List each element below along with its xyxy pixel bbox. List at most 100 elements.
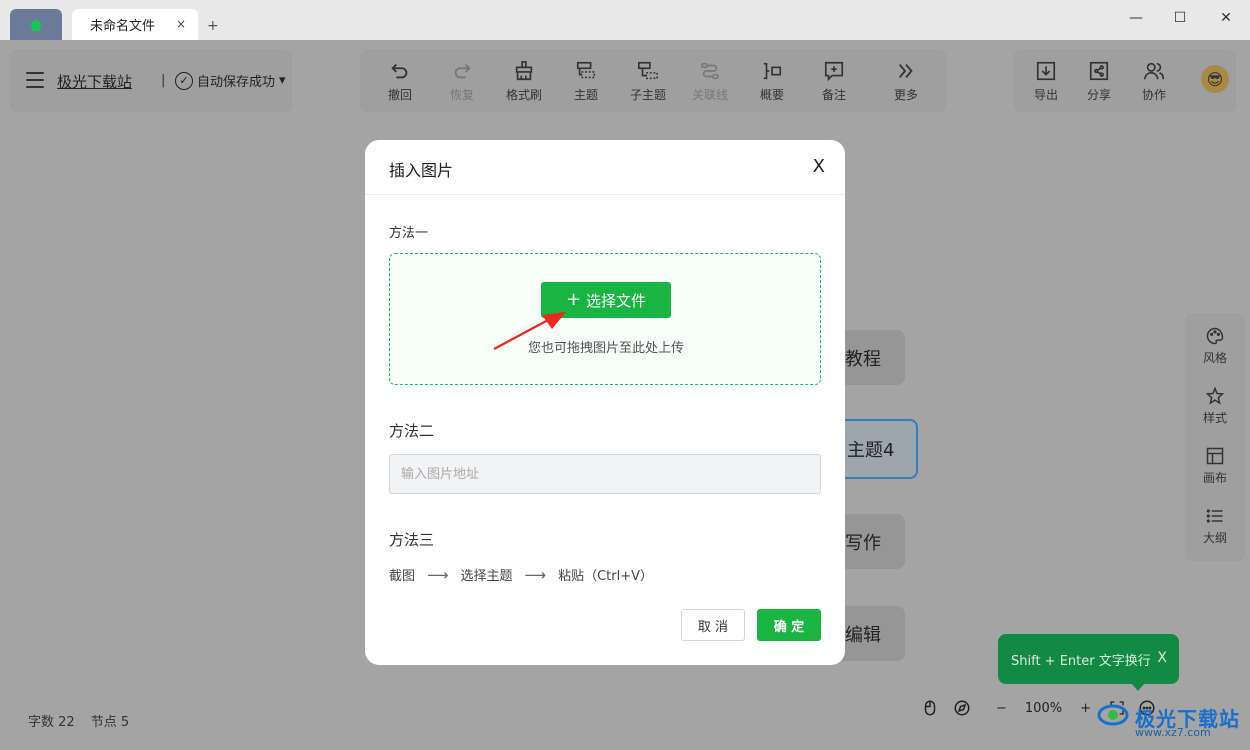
node-count-label: 节点: [90, 715, 117, 730]
right-side-panel: 风格 样式 画布 大纲: [1186, 315, 1244, 560]
relation-line-label: 关联线: [691, 88, 728, 102]
drop-hint-text: 您也可拖拽图片至此处上传: [527, 341, 684, 356]
header-separator: |: [161, 73, 166, 88]
minimize-button[interactable]: —: [1124, 8, 1148, 28]
summary-button[interactable]: 概要: [744, 59, 800, 103]
save-status-label: 自动保存成功: [197, 75, 276, 90]
home-tab[interactable]: [10, 9, 62, 40]
document-stats: 字数 22 节点 5: [28, 711, 129, 730]
collaborate-label: 协作: [1141, 88, 1166, 102]
style-button[interactable]: 样式: [1186, 385, 1244, 426]
palette-icon: [1204, 325, 1226, 347]
format-brush-label: 格式刷: [505, 88, 542, 102]
collaborate-button[interactable]: 协作: [1126, 59, 1182, 103]
export-button[interactable]: 导出: [1018, 59, 1074, 103]
topic-icon: [574, 59, 598, 83]
window-close-button[interactable]: ✕: [1214, 8, 1238, 28]
image-url-input[interactable]: [389, 454, 821, 494]
zoom-level: 100%: [1024, 700, 1063, 716]
zoom-in-button[interactable]: +: [1080, 701, 1091, 716]
menu-icon[interactable]: [26, 72, 44, 88]
more-button[interactable]: 更多: [878, 59, 934, 103]
locate-icon[interactable]: [952, 698, 972, 718]
watermark: 极光下载站 www.xz7.com: [1095, 698, 1240, 739]
canvas-icon: [1204, 445, 1226, 467]
new-tab-button[interactable]: +: [207, 18, 219, 34]
side-item-label: 风格: [1202, 351, 1227, 365]
format-brush-button[interactable]: 格式刷: [496, 59, 552, 103]
cancel-button[interactable]: 取 消: [681, 609, 745, 641]
undo-label: 撤回: [387, 88, 412, 102]
tab-label: 未命名文件: [90, 19, 156, 34]
dialog-title: 插入图片: [389, 161, 454, 180]
maximize-button[interactable]: ☐: [1168, 8, 1192, 28]
chevron-down-icon: ▾: [279, 73, 286, 88]
watermark-logo-icon: [1095, 698, 1131, 736]
more-label: 更多: [893, 88, 918, 102]
share-icon: [1087, 59, 1111, 83]
insert-image-dialog: 插入图片 X 方法一 + 选择文件 您也可拖拽图片至此处上传 方法二 方法三 截…: [365, 140, 845, 665]
step-select-topic: 选择主题: [460, 569, 513, 584]
side-item-label: 画布: [1202, 471, 1227, 485]
export-label: 导出: [1033, 88, 1058, 102]
step-screenshot: 截图: [389, 569, 416, 584]
image-drop-zone[interactable]: + 选择文件 您也可拖拽图片至此处上传: [389, 253, 821, 385]
undo-button[interactable]: 撤回: [372, 59, 428, 103]
save-status[interactable]: ✓ 自动保存成功 ▾: [175, 71, 286, 90]
style-theme-button[interactable]: 风格: [1186, 325, 1244, 366]
redo-button[interactable]: 恢复: [434, 59, 490, 103]
mouse-mode-icon[interactable]: [920, 698, 940, 718]
home-icon: [28, 18, 44, 31]
note-icon: [822, 59, 846, 83]
side-item-label: 样式: [1202, 411, 1227, 425]
header-left-panel: 极光下载站 | ✓ 自动保存成功 ▾: [11, 51, 291, 111]
format-brush-icon: [512, 59, 536, 83]
note-button[interactable]: 备注: [806, 59, 862, 103]
arrow-right-icon: ⟶: [524, 565, 547, 584]
side-item-label: 大纲: [1202, 531, 1227, 545]
subtopic-button[interactable]: 子主题: [620, 59, 676, 103]
arrow-right-icon: ⟶: [427, 565, 449, 584]
choose-file-label: 选择文件: [586, 291, 647, 310]
avatar[interactable]: 😎: [1201, 65, 1229, 93]
more-icon: [894, 59, 918, 83]
method-three-label: 方法三: [389, 531, 435, 549]
subtopic-icon: [636, 59, 660, 83]
tab-untitled-file[interactable]: 未命名文件 ×: [72, 9, 198, 40]
confirm-button[interactable]: 确 定: [757, 609, 821, 641]
watermark-url: www.xz7.com: [1135, 726, 1211, 739]
dialog-close-button[interactable]: X: [813, 156, 825, 177]
canvas-button[interactable]: 画布: [1186, 445, 1244, 486]
undo-icon: [388, 59, 412, 83]
word-count-value: 22: [58, 715, 75, 730]
style-icon: [1204, 385, 1226, 407]
tooltip-text: Shift + Enter 文字换行: [1011, 653, 1151, 669]
export-icon: [1034, 59, 1058, 83]
outline-icon: [1204, 505, 1226, 527]
plus-icon: +: [565, 289, 582, 310]
node-count-value: 5: [120, 715, 130, 730]
paste-steps: 截图 ⟶ 选择主题 ⟶ 粘贴（Ctrl+V）: [389, 565, 653, 585]
share-label: 分享: [1086, 88, 1111, 102]
outline-button[interactable]: 大纲: [1186, 505, 1244, 546]
subtopic-label: 子主题: [629, 88, 666, 102]
summary-label: 概要: [759, 88, 784, 102]
tab-close-button[interactable]: ×: [176, 17, 186, 31]
check-circle-icon: ✓: [175, 71, 193, 90]
note-label: 备注: [821, 88, 846, 102]
topic-button[interactable]: 主题: [558, 59, 614, 103]
tooltip-close-button[interactable]: X: [1157, 650, 1167, 666]
step-paste: 粘贴（Ctrl+V）: [558, 569, 653, 584]
redo-label: 恢复: [449, 88, 474, 102]
header-right-panel: 导出 分享 协作 😎: [1015, 51, 1235, 111]
relation-line-icon: [698, 59, 722, 83]
word-count-label: 字数: [28, 715, 55, 730]
dialog-header: 插入图片 X: [365, 140, 845, 195]
site-name-link[interactable]: 极光下载站: [57, 71, 132, 92]
share-button[interactable]: 分享: [1071, 59, 1127, 103]
relation-line-button[interactable]: 关联线: [682, 59, 738, 103]
method-two-label: 方法二: [389, 422, 435, 440]
topic-label: 主题: [573, 88, 598, 102]
zoom-out-button[interactable]: −: [996, 701, 1007, 716]
method-one-label: 方法一: [389, 226, 429, 241]
